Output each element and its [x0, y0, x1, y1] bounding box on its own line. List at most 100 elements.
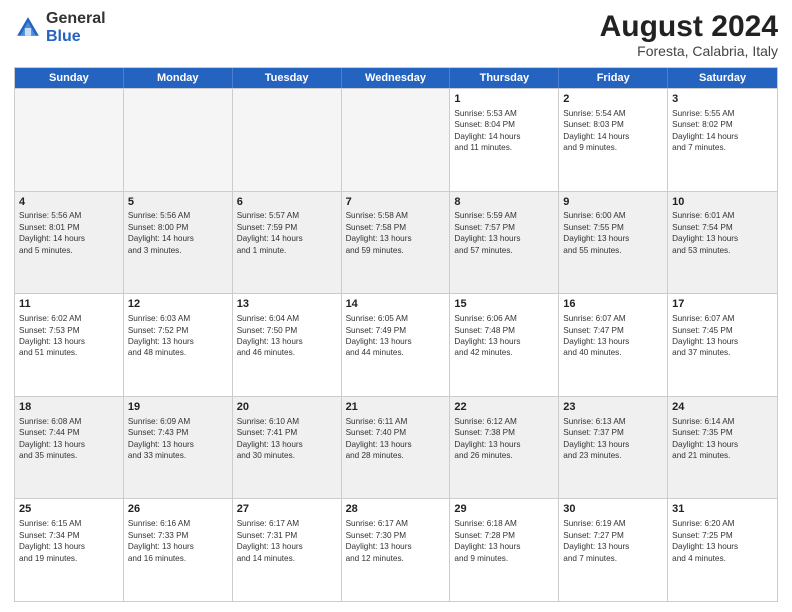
cell-line: Sunrise: 6:15 AM: [19, 518, 119, 529]
day-number: 21: [346, 400, 446, 415]
cell-line: Daylight: 13 hours: [454, 541, 554, 552]
cell-line: Sunrise: 5:58 AM: [346, 210, 446, 221]
day-number: 8: [454, 195, 554, 210]
day-number: 31: [672, 502, 773, 517]
cell-line: and 37 minutes.: [672, 347, 773, 358]
cal-header-saturday: Saturday: [668, 68, 777, 88]
cal-cell-r1c0: 4Sunrise: 5:56 AMSunset: 8:01 PMDaylight…: [15, 192, 124, 294]
logo: General Blue: [14, 10, 106, 45]
day-number: 9: [563, 195, 663, 210]
cell-line: Daylight: 14 hours: [672, 131, 773, 142]
cell-line: Daylight: 13 hours: [563, 541, 663, 552]
day-number: 27: [237, 502, 337, 517]
cell-line: Sunset: 7:45 PM: [672, 325, 773, 336]
cell-line: Daylight: 13 hours: [19, 336, 119, 347]
day-number: 10: [672, 195, 773, 210]
day-number: 12: [128, 297, 228, 312]
cal-cell-r2c6: 17Sunrise: 6:07 AMSunset: 7:45 PMDayligh…: [668, 294, 777, 396]
cell-line: and 35 minutes.: [19, 450, 119, 461]
cell-content: Sunrise: 6:07 AMSunset: 7:45 PMDaylight:…: [672, 313, 773, 359]
day-number: 16: [563, 297, 663, 312]
cell-line: Daylight: 14 hours: [454, 131, 554, 142]
cell-line: Sunrise: 6:03 AM: [128, 313, 228, 324]
cell-line: Sunrise: 6:17 AM: [346, 518, 446, 529]
cell-line: Sunset: 7:41 PM: [237, 427, 337, 438]
cell-line: Sunrise: 6:16 AM: [128, 518, 228, 529]
cell-line: Sunrise: 6:20 AM: [672, 518, 773, 529]
day-number: 23: [563, 400, 663, 415]
day-number: 2: [563, 92, 663, 107]
calendar-body: 1Sunrise: 5:53 AMSunset: 8:04 PMDaylight…: [15, 88, 777, 601]
cell-line: and 44 minutes.: [346, 347, 446, 358]
cell-line: Daylight: 13 hours: [672, 233, 773, 244]
cal-cell-r2c5: 16Sunrise: 6:07 AMSunset: 7:47 PMDayligh…: [559, 294, 668, 396]
cell-line: Daylight: 13 hours: [563, 336, 663, 347]
cell-line: Sunset: 7:43 PM: [128, 427, 228, 438]
cell-line: Sunrise: 6:12 AM: [454, 416, 554, 427]
cell-content: Sunrise: 6:06 AMSunset: 7:48 PMDaylight:…: [454, 313, 554, 359]
cell-line: and 28 minutes.: [346, 450, 446, 461]
cell-content: Sunrise: 5:55 AMSunset: 8:02 PMDaylight:…: [672, 108, 773, 154]
day-number: 3: [672, 92, 773, 107]
day-number: 17: [672, 297, 773, 312]
cell-content: Sunrise: 5:59 AMSunset: 7:57 PMDaylight:…: [454, 210, 554, 256]
cell-line: and 42 minutes.: [454, 347, 554, 358]
cell-line: and 11 minutes.: [454, 142, 554, 153]
cell-line: and 26 minutes.: [454, 450, 554, 461]
cell-content: Sunrise: 6:09 AMSunset: 7:43 PMDaylight:…: [128, 416, 228, 462]
day-number: 7: [346, 195, 446, 210]
cell-line: and 5 minutes.: [19, 245, 119, 256]
cell-line: Daylight: 13 hours: [672, 541, 773, 552]
cell-line: Sunrise: 5:53 AM: [454, 108, 554, 119]
cal-cell-r2c4: 15Sunrise: 6:06 AMSunset: 7:48 PMDayligh…: [450, 294, 559, 396]
day-number: 1: [454, 92, 554, 107]
day-number: 5: [128, 195, 228, 210]
cell-line: Daylight: 13 hours: [454, 233, 554, 244]
cal-header-friday: Friday: [559, 68, 668, 88]
cell-line: and 46 minutes.: [237, 347, 337, 358]
cell-line: Daylight: 13 hours: [346, 336, 446, 347]
cell-line: Daylight: 13 hours: [454, 439, 554, 450]
cell-line: Sunset: 8:00 PM: [128, 222, 228, 233]
cell-content: Sunrise: 6:07 AMSunset: 7:47 PMDaylight:…: [563, 313, 663, 359]
cell-line: Sunset: 7:35 PM: [672, 427, 773, 438]
cell-line: Sunset: 7:53 PM: [19, 325, 119, 336]
cell-line: Sunrise: 6:04 AM: [237, 313, 337, 324]
cell-line: Sunset: 7:54 PM: [672, 222, 773, 233]
logo-general-text: General: [46, 10, 106, 28]
cal-cell-r1c6: 10Sunrise: 6:01 AMSunset: 7:54 PMDayligh…: [668, 192, 777, 294]
cell-line: and 48 minutes.: [128, 347, 228, 358]
cell-content: Sunrise: 6:00 AMSunset: 7:55 PMDaylight:…: [563, 210, 663, 256]
day-number: 26: [128, 502, 228, 517]
cell-line: and 40 minutes.: [563, 347, 663, 358]
cal-cell-r4c3: 28Sunrise: 6:17 AMSunset: 7:30 PMDayligh…: [342, 499, 451, 601]
cell-line: Sunrise: 5:55 AM: [672, 108, 773, 119]
cell-line: Daylight: 13 hours: [128, 336, 228, 347]
day-number: 22: [454, 400, 554, 415]
cell-line: Sunrise: 6:14 AM: [672, 416, 773, 427]
cell-line: and 3 minutes.: [128, 245, 228, 256]
cal-cell-r0c5: 2Sunrise: 5:54 AMSunset: 8:03 PMDaylight…: [559, 89, 668, 191]
cell-line: Sunrise: 5:57 AM: [237, 210, 337, 221]
cell-line: Sunset: 7:55 PM: [563, 222, 663, 233]
calendar-header-row: SundayMondayTuesdayWednesdayThursdayFrid…: [15, 68, 777, 88]
cell-line: Sunset: 7:38 PM: [454, 427, 554, 438]
cell-line: Daylight: 13 hours: [19, 541, 119, 552]
cell-line: and 9 minutes.: [454, 553, 554, 564]
cell-content: Sunrise: 6:01 AMSunset: 7:54 PMDaylight:…: [672, 210, 773, 256]
cell-line: Sunrise: 6:05 AM: [346, 313, 446, 324]
cal-cell-r0c1: [124, 89, 233, 191]
cell-content: Sunrise: 6:19 AMSunset: 7:27 PMDaylight:…: [563, 518, 663, 564]
cell-line: Sunset: 7:48 PM: [454, 325, 554, 336]
cell-line: Sunrise: 6:08 AM: [19, 416, 119, 427]
main-title: August 2024: [600, 10, 778, 43]
cell-line: Daylight: 13 hours: [346, 439, 446, 450]
cal-cell-r4c5: 30Sunrise: 6:19 AMSunset: 7:27 PMDayligh…: [559, 499, 668, 601]
cal-row-2: 11Sunrise: 6:02 AMSunset: 7:53 PMDayligh…: [15, 293, 777, 396]
cell-line: Sunrise: 5:54 AM: [563, 108, 663, 119]
cell-line: Sunset: 7:33 PM: [128, 530, 228, 541]
cell-line: and 12 minutes.: [346, 553, 446, 564]
cell-line: Sunset: 7:58 PM: [346, 222, 446, 233]
cell-content: Sunrise: 6:14 AMSunset: 7:35 PMDaylight:…: [672, 416, 773, 462]
cell-line: Sunset: 7:57 PM: [454, 222, 554, 233]
